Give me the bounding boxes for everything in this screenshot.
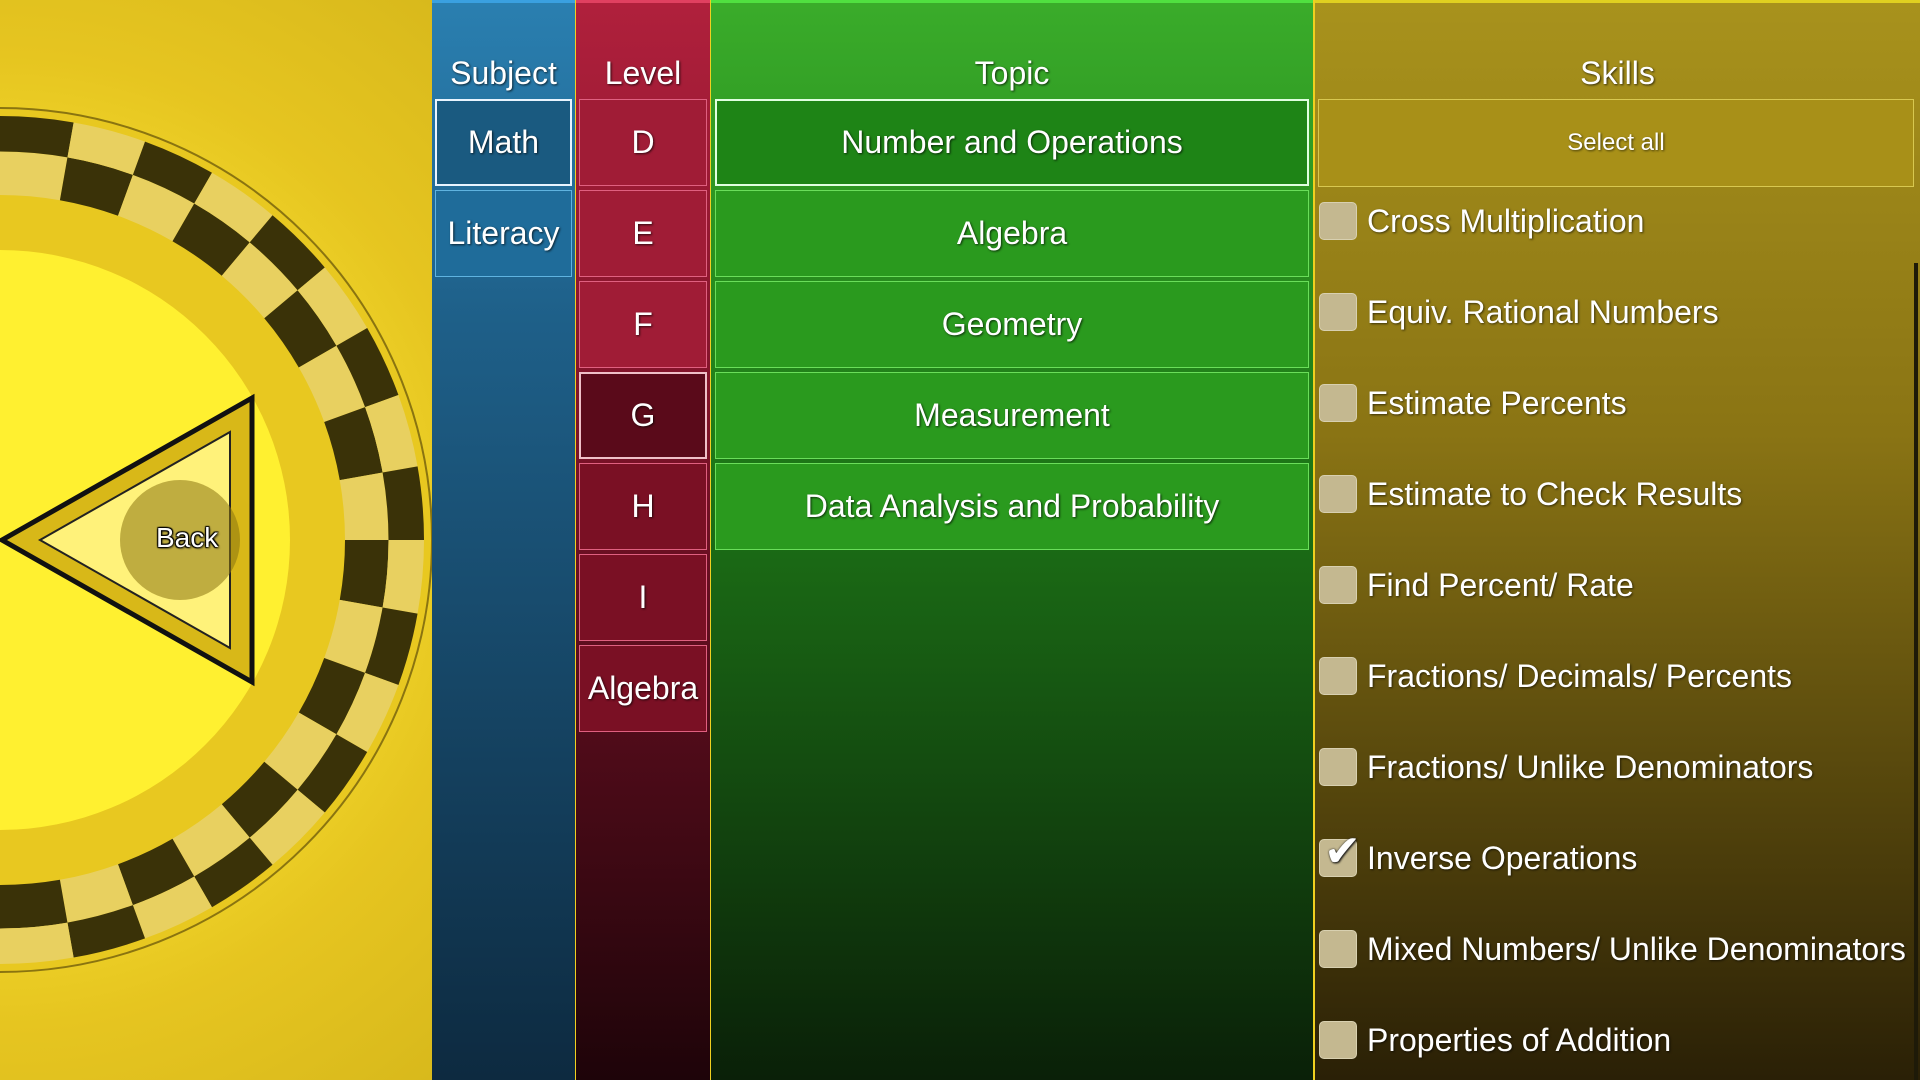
skill-item[interactable]: Cross Multiplication (1319, 178, 1910, 264)
select-all-button[interactable]: Select all (1318, 99, 1914, 187)
subject-item-math[interactable]: Math (435, 99, 572, 186)
skill-checkbox[interactable] (1319, 748, 1357, 786)
skill-item[interactable]: Properties of Addition (1319, 997, 1910, 1080)
wheel-segment (0, 879, 68, 929)
level-column: Level D E F G H I Algebra (576, 0, 710, 1080)
level-header: Level (604, 55, 682, 91)
level-item-d[interactable]: D (579, 99, 707, 186)
wheel-segment (382, 466, 424, 540)
skill-label: Find Percent/ Rate (1367, 567, 1634, 603)
checkmark-icon: ✔ (1324, 827, 1361, 876)
skill-label: Fractions/ Decimals/ Percents (1367, 658, 1793, 694)
skill-label: Mixed Numbers/ Unlike Denominators (1367, 931, 1906, 967)
skill-checkbox[interactable] (1319, 1021, 1357, 1059)
wheel-segment (0, 922, 74, 964)
skills-scrollbar[interactable] (1914, 263, 1918, 1080)
subject-header: Subject (450, 55, 557, 91)
skill-item[interactable]: Fractions/ Decimals/ Percents (1319, 633, 1910, 719)
skill-item[interactable]: Find Percent/ Rate (1319, 542, 1910, 628)
wheel-segment (382, 540, 424, 614)
skill-label: Inverse Operations (1367, 840, 1638, 876)
skills-column: Skills Select all Cross Multiplication Eq… (1315, 0, 1920, 1080)
skill-label: Fractions/ Unlike Denominators (1367, 749, 1814, 785)
skill-label: Estimate Percents (1367, 385, 1627, 421)
skill-item[interactable]: Fractions/ Unlike Denominators (1319, 724, 1910, 810)
back-button[interactable] (0, 390, 260, 690)
skill-label: Estimate to Check Results (1367, 476, 1743, 512)
skill-item[interactable]: Estimate to Check Results (1319, 451, 1910, 537)
topic-column: Topic Number and Operations Algebra Geomet… (711, 0, 1313, 1080)
topic-item-measurement[interactable]: Measurement (715, 372, 1309, 459)
skill-checkbox[interactable] (1319, 657, 1357, 695)
topic-item-geometry[interactable]: Geometry (715, 281, 1309, 368)
skill-checkbox[interactable]: ✔ (1319, 830, 1361, 877)
level-item-g[interactable]: G (579, 372, 707, 459)
topic-item-data-analysis-and-probability[interactable]: Data Analysis and Probability (715, 463, 1309, 550)
topic-header: Topic (974, 55, 1050, 91)
skill-item[interactable]: Equiv. Rational Numbers (1319, 269, 1910, 355)
skills-header: Skills (1580, 55, 1655, 91)
level-item-e[interactable]: E (579, 190, 707, 277)
wheel-segment (339, 540, 389, 608)
skill-item[interactable]: Estimate Percents (1319, 360, 1910, 446)
back-label: Back (156, 522, 219, 553)
subject-column: Subject Math Literacy (432, 0, 575, 1080)
skill-item[interactable]: ✔ Inverse Operations (1319, 815, 1910, 901)
skill-item[interactable]: Mixed Numbers/ Unlike Denominators (1319, 906, 1910, 992)
level-item-h[interactable]: H (579, 463, 707, 550)
subject-item-literacy[interactable]: Literacy (435, 190, 572, 277)
level-item-algebra[interactable]: Algebra (579, 645, 707, 732)
skill-checkbox[interactable] (1319, 384, 1357, 422)
wheel-segment (0, 116, 74, 158)
skill-checkbox[interactable] (1319, 293, 1357, 331)
level-item-f[interactable]: F (579, 281, 707, 368)
topic-item-number-and-operations[interactable]: Number and Operations (715, 99, 1309, 186)
skill-checkbox[interactable] (1319, 566, 1357, 604)
wheel-segment (339, 472, 389, 540)
topic-item-algebra[interactable]: Algebra (715, 190, 1309, 277)
wheel-panel: Back (0, 0, 432, 1080)
skill-label: Cross Multiplication (1367, 203, 1645, 239)
skill-checkbox[interactable] (1319, 930, 1357, 968)
wheel-segment (0, 151, 68, 201)
skill-label: Properties of Addition (1367, 1022, 1672, 1058)
skill-label: Equiv. Rational Numbers (1367, 294, 1719, 330)
level-item-i[interactable]: I (579, 554, 707, 641)
skill-checkbox[interactable] (1319, 475, 1357, 513)
skill-checkbox[interactable] (1319, 202, 1357, 240)
